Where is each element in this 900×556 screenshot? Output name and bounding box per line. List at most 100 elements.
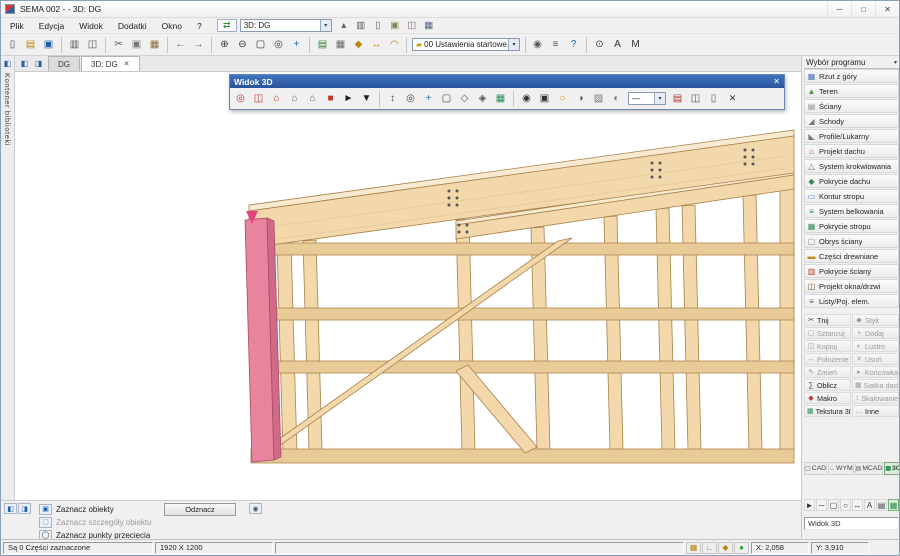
close-button[interactable]: ✕	[875, 1, 899, 17]
ready-indicator-icon[interactable]: ●	[734, 542, 749, 554]
view-house-icon[interactable]: ⌂	[268, 90, 285, 107]
copy-icon[interactable]: ▣	[128, 36, 145, 54]
program-item-roof-covering[interactable]: ◆Pokrycie dachu	[804, 174, 899, 188]
mode-wym[interactable]: ↔WYM	[828, 462, 854, 475]
mode-cad[interactable]: ▢CAD	[804, 462, 827, 475]
zoom-window-icon[interactable]: ▢	[252, 36, 269, 54]
tool-texture-3d[interactable]: ▦Tekstura 3D	[804, 405, 851, 417]
sunlight-icon[interactable]: ○	[554, 90, 571, 107]
program-item-rafter-system[interactable]: △System krokwiowania	[804, 159, 899, 173]
select-all-icon[interactable]: ▼	[358, 90, 375, 107]
menu-edycja[interactable]: Edycja	[32, 19, 72, 33]
menu-help[interactable]: ?	[190, 19, 209, 33]
program-item-timber-parts[interactable]: ▬Części drewniane	[804, 249, 899, 263]
select-arrow-icon[interactable]: ►	[340, 90, 357, 107]
select-objects-toggle[interactable]: ▣	[39, 504, 52, 515]
tool-add[interactable]: +Dodaj	[852, 327, 899, 339]
minimize-button[interactable]: ─	[827, 1, 851, 17]
tool-mirror[interactable]: ◐Lustro	[852, 340, 899, 352]
tool-roof-grid[interactable]: ▦Siatka dachu	[852, 379, 899, 391]
nav-back-button[interactable]: ⇄	[217, 19, 237, 32]
tool-punch[interactable]: ▢Sztancuj	[804, 327, 851, 339]
stamp-icon[interactable]: ▣	[387, 18, 403, 33]
view-front-icon[interactable]: ⌂	[286, 90, 303, 107]
tool-joint[interactable]: ◆Styk	[852, 314, 899, 326]
help-icon[interactable]: ?	[565, 36, 582, 54]
dimension-tool-icon[interactable]: ↔	[852, 499, 863, 511]
cut-icon[interactable]: ✂	[110, 36, 127, 54]
save-file-icon[interactable]: ▣	[40, 36, 57, 54]
menu-dodatki[interactable]: Dodatki	[111, 19, 154, 33]
zoom-out-icon[interactable]: ⊖	[234, 36, 251, 54]
program-item-ceiling-covering[interactable]: ▦Pokrycie stropu	[804, 219, 899, 233]
tool-copy-tool[interactable]: ◫Kopiuj	[804, 340, 851, 352]
program-item-ceiling-contour[interactable]: ▭Kontur stropu	[804, 189, 899, 203]
tool-position[interactable]: ↔Położenie	[804, 353, 851, 365]
paste-icon[interactable]: ▦	[146, 36, 163, 54]
angle-icon[interactable]: ◠	[386, 36, 403, 54]
program-item-walls[interactable]: ▤Ściany	[804, 99, 899, 113]
tool-end-type[interactable]: ▸Końcówka	[852, 366, 899, 378]
select-mode-icon[interactable]: ◧	[4, 503, 17, 514]
program-item-window-door-design[interactable]: ◫Projekt okna/drzwi	[804, 279, 899, 293]
wire-cube-icon[interactable]: ◇	[456, 90, 473, 107]
program-item-top-view[interactable]: ▦Rzut z góry	[804, 69, 899, 83]
program-item-profiles-dormers[interactable]: ◣Profile/Lukarny	[804, 129, 899, 143]
library-container-strip[interactable]: ◧ Kontener biblioteki	[1, 56, 15, 500]
pan-icon[interactable]: +	[288, 36, 305, 54]
close-icon[interactable]: ✕	[773, 77, 780, 86]
new-file-icon[interactable]: ▯	[4, 36, 21, 54]
font-size-icon[interactable]: A	[609, 36, 626, 54]
measure-icon[interactable]: ↔	[368, 36, 385, 54]
layer-select-icon[interactable]: ▤	[669, 90, 686, 107]
tool-calculate[interactable]: ∑Oblicz	[804, 379, 851, 391]
menu-widok[interactable]: Widok	[72, 19, 110, 33]
mode-3cad[interactable]: ▦3CAD	[884, 462, 900, 475]
tool-modify[interactable]: ✎Zmień	[804, 366, 851, 378]
background-icon[interactable]: ◐	[608, 90, 625, 107]
users-icon[interactable]: ◉	[529, 36, 546, 54]
cube-3d-tool-icon[interactable]: ▦	[888, 499, 899, 511]
tool-scaling[interactable]: ↕Skalowanie	[852, 392, 899, 404]
tab-3d-dg[interactable]: 3D: DG✕	[81, 56, 140, 71]
snap-icon[interactable]: ◆	[350, 36, 367, 54]
pan-3d-icon[interactable]: +	[420, 90, 437, 107]
dock-split-icon[interactable]: ◨	[32, 58, 45, 70]
camera-icon[interactable]: ◉	[518, 90, 535, 107]
save-view-icon[interactable]: ▯	[705, 90, 722, 107]
maximize-button[interactable]: □	[851, 1, 875, 17]
program-selector-header[interactable]: Wybór programu ▾	[804, 56, 899, 69]
program-item-stairs[interactable]: ◢Schody	[804, 114, 899, 128]
quick-print-icon[interactable]: ▥	[353, 18, 369, 33]
tab-dg[interactable]: DG	[48, 56, 80, 71]
settings-icon[interactable]: ≡	[547, 36, 564, 54]
rect-tool-icon[interactable]: ▢	[828, 499, 839, 511]
tool-other[interactable]: …Inne	[852, 405, 899, 417]
select-tool-icon[interactable]: ►	[804, 499, 815, 511]
tool-cut-tool[interactable]: ✂Tnij	[804, 314, 851, 326]
section-view-icon[interactable]: ◫	[250, 90, 267, 107]
search-icon[interactable]: ⊙	[591, 36, 608, 54]
redo-icon[interactable]: →	[190, 36, 207, 54]
zoom-box-icon[interactable]: ▢	[438, 90, 455, 107]
roof-view-icon[interactable]: ■	[322, 90, 339, 107]
zoom-in-icon[interactable]: ⊕	[216, 36, 233, 54]
notes-icon[interactable]: ▦	[421, 18, 437, 33]
ortho-icon[interactable]: ∟	[702, 542, 717, 554]
program-item-roof-design[interactable]: ⌂Projekt dachu	[804, 144, 899, 158]
scroll-up-icon[interactable]: ▴	[336, 18, 352, 33]
program-item-lists-elements[interactable]: ≡Listy/Poj. elem.	[804, 294, 899, 308]
print-icon[interactable]: ▥	[66, 36, 83, 54]
line-tool-icon[interactable]: ─	[816, 499, 827, 511]
redraw-3d-icon[interactable]: ◎	[232, 90, 249, 107]
copy-view-icon[interactable]: ◫	[687, 90, 704, 107]
deselect-button[interactable]: Odznacz	[164, 503, 236, 516]
zoom-selection-icon[interactable]: ◉	[249, 503, 262, 514]
page-setup-icon[interactable]: ▯	[370, 18, 386, 33]
textured-view-icon[interactable]: ▦	[492, 90, 509, 107]
tool-macro[interactable]: ◆Makro	[804, 392, 851, 404]
view-side-icon[interactable]: ⌂	[304, 90, 321, 107]
select-object-details-toggle[interactable]: ▢	[39, 517, 52, 528]
program-item-terrain[interactable]: ▲Teren	[804, 84, 899, 98]
orbit-mode-icon[interactable]: ◎	[402, 90, 419, 107]
